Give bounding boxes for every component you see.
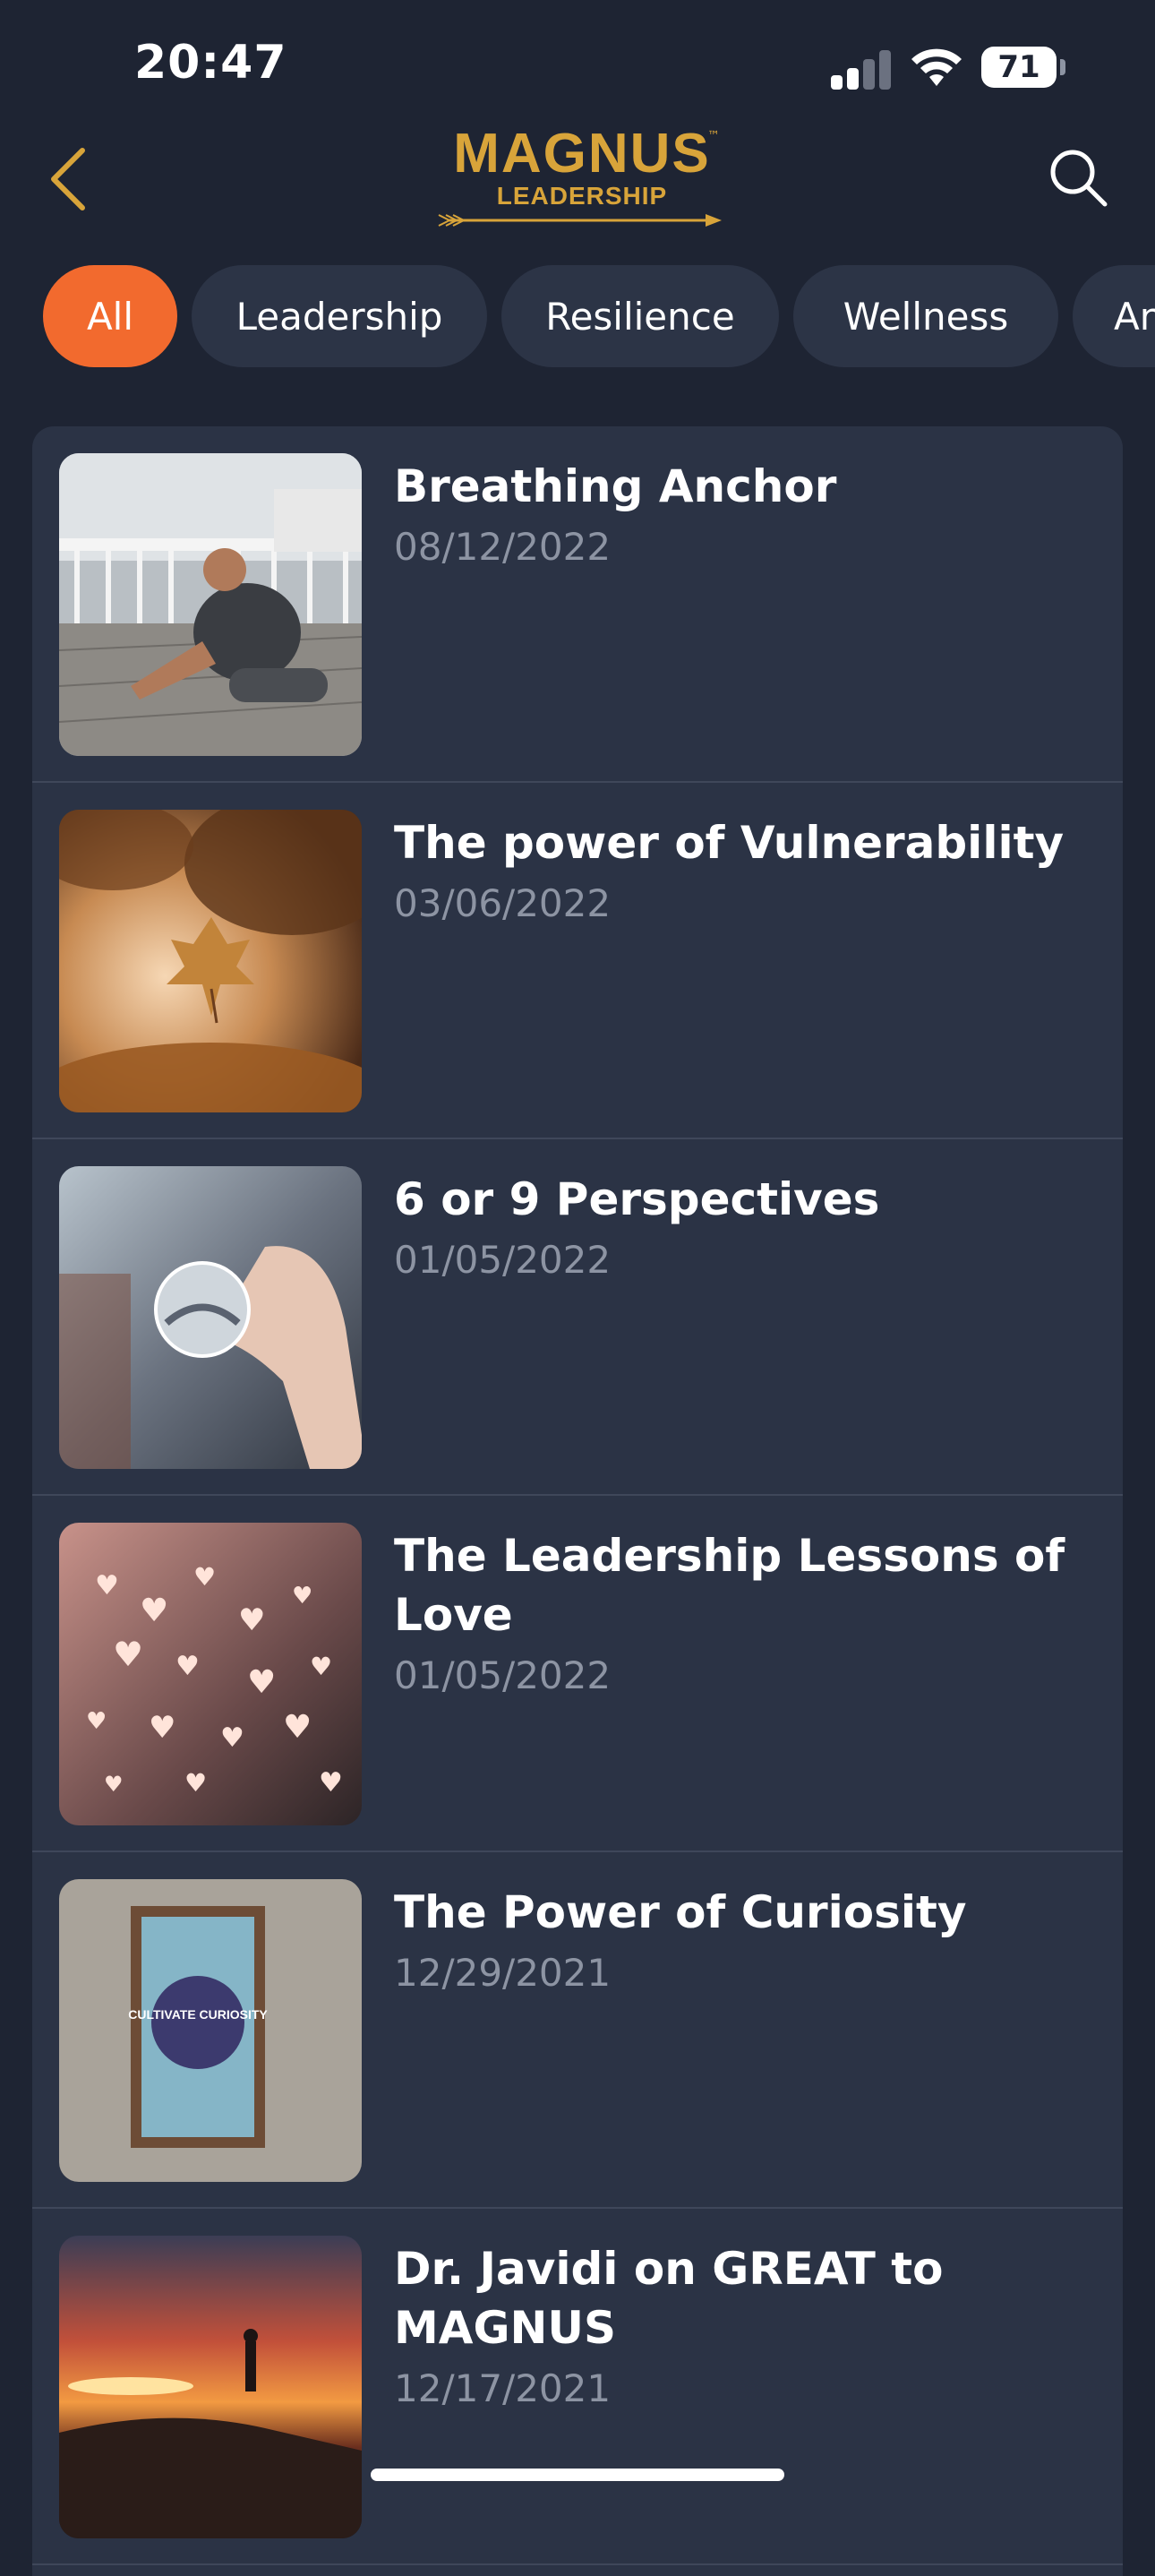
item-date: 01/05/2022	[394, 1653, 612, 1697]
battery-icon: 71	[981, 47, 1065, 88]
svg-text:♥: ♥	[283, 1709, 312, 1746]
category-filter-bar: All Leadership Resilience Wellness An	[0, 265, 1155, 369]
item-title: 6 or 9 Perspectives	[394, 1173, 880, 1225]
svg-text:♥: ♥	[104, 1772, 124, 1797]
svg-text:♥: ♥	[238, 1602, 265, 1638]
logo-trademark: ™	[707, 129, 720, 143]
thumbnail-image: CULTIVATE CURIOSITY	[59, 1879, 362, 2182]
sign-text: CULTIVATE CURIOSITY	[128, 2007, 268, 2022]
list-item[interactable]: The power of Vulnerability 03/06/2022	[32, 783, 1123, 1139]
thumbnail-image	[59, 1166, 362, 1469]
svg-text:♥: ♥	[149, 1710, 175, 1746]
svg-text:♥: ♥	[95, 1570, 119, 1601]
list-item[interactable]: Dr. Javidi on GREAT to MAGNUS 12/17/2021	[32, 2209, 1123, 2565]
filter-chip-all[interactable]: All	[43, 265, 177, 367]
svg-text:♥: ♥	[113, 1635, 143, 1674]
filter-chip-resilience[interactable]: Resilience	[501, 265, 779, 367]
battery-level: 71	[997, 49, 1040, 85]
list-item[interactable]: Breathing Anchor 08/12/2022	[32, 426, 1123, 783]
item-date: 12/17/2021	[394, 2366, 612, 2410]
app-logo: MAGNUS ™ LEADERSHIP	[430, 125, 734, 233]
thumbnail-image	[59, 810, 362, 1112]
arrow-icon	[438, 214, 722, 227]
cellular-signal-icon	[831, 48, 894, 90]
item-date: 12/29/2021	[394, 1951, 612, 1995]
svg-text:♥: ♥	[319, 1767, 343, 1799]
thumbnail-image	[59, 453, 362, 756]
list-item[interactable]: ♥ ♥ ♥ ♥ ♥ ♥ ♥ ♥ ♥ ♥ ♥ ♥ ♥ ♥ ♥ ♥ The Leadership L…	[32, 1496, 1123, 1852]
svg-text:♥: ♥	[220, 1722, 244, 1754]
item-title: The Power of Curiosity	[394, 1886, 967, 1938]
svg-text:♥: ♥	[184, 1768, 207, 1798]
item-date: 01/05/2022	[394, 1238, 612, 1282]
status-bar: 20:47 71	[0, 0, 1155, 134]
status-time: 20:47	[134, 36, 287, 90]
item-title: The power of Vulnerability	[394, 817, 1065, 869]
chevron-left-icon[interactable]	[43, 143, 97, 215]
article-list: Breathing Anchor 08/12/2022 The power of…	[32, 426, 1123, 2576]
svg-text:♥: ♥	[292, 1583, 312, 1610]
svg-text:♥: ♥	[247, 1664, 276, 1701]
item-title: Breathing Anchor	[394, 460, 837, 512]
svg-text:♥: ♥	[86, 1708, 107, 1735]
wifi-icon	[911, 48, 962, 86]
list-item[interactable]: 6 or 9 Perspectives 01/05/2022	[32, 1139, 1123, 1496]
item-title: Dr. Javidi on GREAT to MAGNUS	[394, 2243, 944, 2354]
svg-text:♥: ♥	[140, 1593, 168, 1629]
item-title: The Leadership Lessons of Love	[394, 1530, 1065, 1641]
logo-sub-text: LEADERSHIP	[496, 182, 668, 210]
list-item[interactable]: CULTIVATE CURIOSITY The Power of Curiosi…	[32, 1852, 1123, 2209]
svg-text:♥: ♥	[193, 1562, 216, 1592]
svg-text:♥: ♥	[175, 1651, 200, 1682]
logo-main-text: MAGNUS	[453, 123, 711, 185]
filter-chip-leadership[interactable]: Leadership	[192, 265, 487, 367]
search-icon[interactable]	[1046, 145, 1110, 210]
svg-text:♥: ♥	[310, 1652, 332, 1681]
item-date: 03/06/2022	[394, 881, 612, 925]
thumbnail-image: ♥ ♥ ♥ ♥ ♥ ♥ ♥ ♥ ♥ ♥ ♥ ♥ ♥ ♥ ♥ ♥	[59, 1523, 362, 1825]
item-date: 08/12/2022	[394, 525, 612, 569]
filter-chip-partial[interactable]: An	[1073, 265, 1155, 367]
home-indicator[interactable]	[371, 2469, 784, 2481]
thumbnail-image	[59, 2236, 362, 2538]
filter-chip-wellness[interactable]: Wellness	[793, 265, 1058, 367]
